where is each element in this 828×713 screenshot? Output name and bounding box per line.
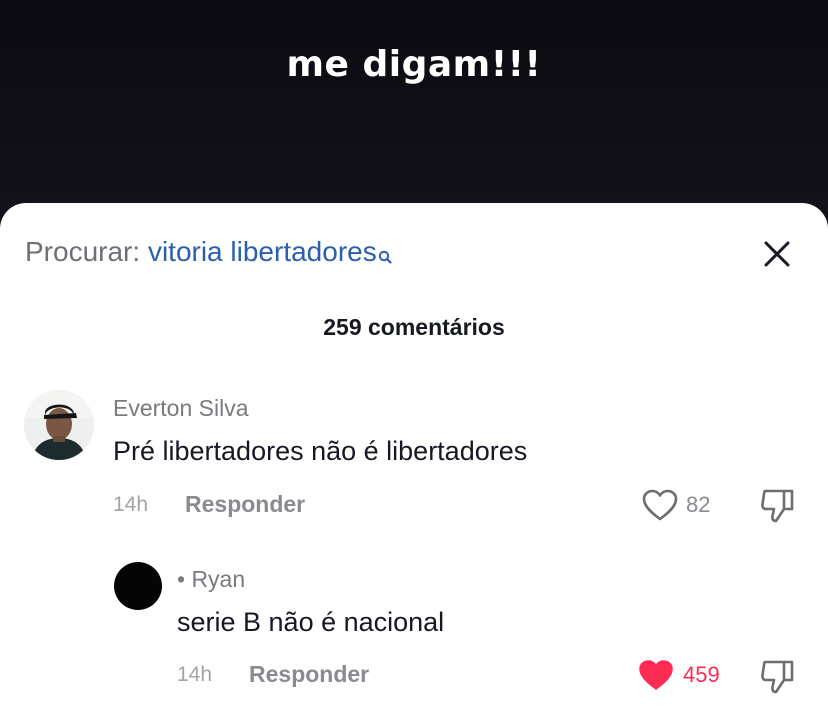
avatar[interactable] <box>114 562 162 610</box>
search-term-link[interactable]: vitoria libertadores <box>148 236 377 267</box>
video-caption: me digam!!! <box>286 44 542 85</box>
close-button[interactable] <box>762 239 792 269</box>
comment-username[interactable]: • Ryan <box>177 566 245 593</box>
like-count: 459 <box>683 662 720 687</box>
avatar[interactable] <box>24 390 94 460</box>
comment-count: 259 comentários <box>323 314 505 340</box>
reply-button[interactable]: Responder <box>185 491 305 518</box>
video-background[interactable]: me digam!!! <box>0 0 828 230</box>
reply-button[interactable]: Responder <box>249 661 369 688</box>
comment-time: 14h <box>177 663 213 686</box>
search-icon <box>378 239 392 264</box>
dislike-icon[interactable] <box>760 658 796 701</box>
comment-text: Pré libertadores não é libertadores <box>113 436 528 466</box>
search-suggestion[interactable]: Procurar: vitoria libertadores <box>25 236 392 268</box>
heart-filled-icon[interactable] <box>637 658 675 697</box>
close-icon <box>764 241 790 267</box>
comment-text: serie B não é nacional <box>177 607 445 637</box>
dislike-icon[interactable] <box>760 487 796 530</box>
search-prefix: Procurar: <box>25 236 141 267</box>
comment-time: 14h <box>113 493 149 516</box>
like-count: 82 <box>686 492 711 517</box>
comments-sheet: Procurar: vitoria libertadores 259 comen… <box>0 203 828 713</box>
heart-outline-icon[interactable] <box>641 488 679 527</box>
comment-username[interactable]: Everton Silva <box>113 395 249 422</box>
